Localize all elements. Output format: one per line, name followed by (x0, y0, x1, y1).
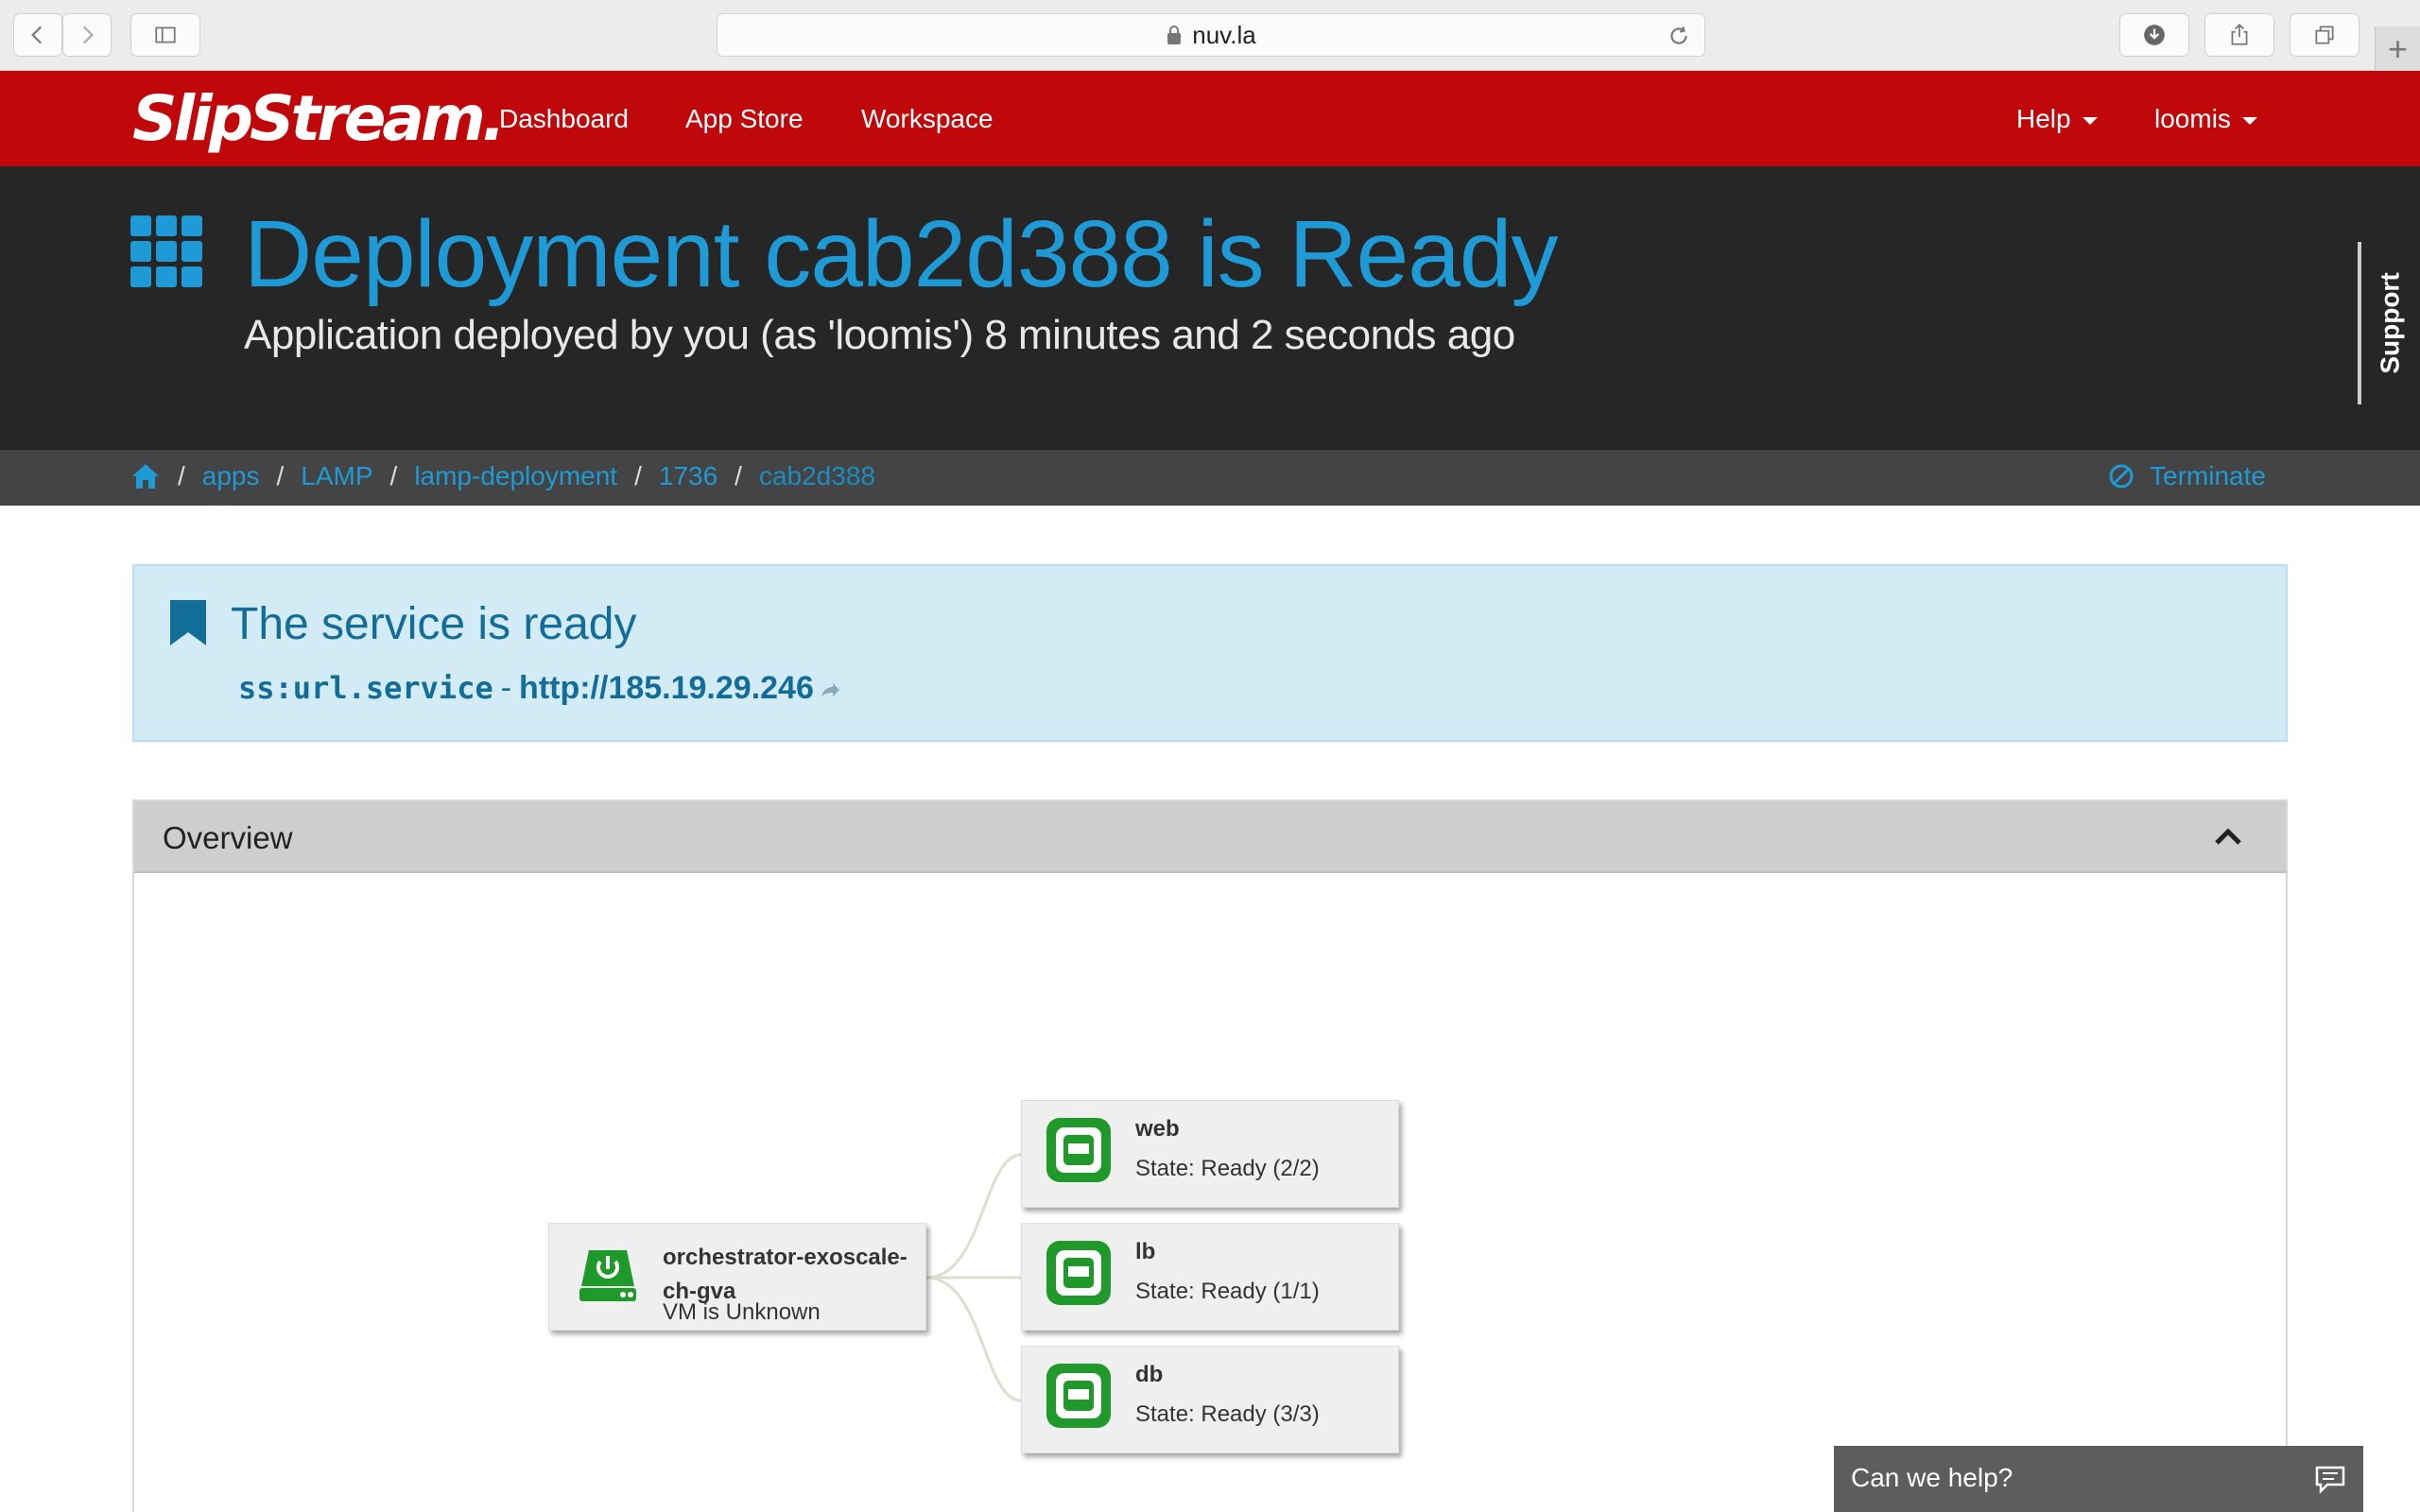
breadcrumb-lamp-deployment[interactable]: lamp-deployment (414, 461, 617, 491)
overview-title: Overview (163, 820, 293, 855)
download-button[interactable] (2119, 13, 2189, 57)
orchestrator-state: VM is Unknown (663, 1299, 821, 1325)
user-menu[interactable]: loomis (2154, 104, 2257, 134)
chat-bubble-icon (2315, 1466, 2345, 1495)
page-subtitle: Application deployed by you (as 'loomis'… (244, 312, 1515, 358)
caret-down-icon (2082, 116, 2098, 125)
breadcrumb-apps[interactable]: apps (202, 461, 260, 491)
lock-icon (1167, 26, 1182, 44)
sidebar-button[interactable] (130, 13, 200, 57)
slipstream-logo[interactable]: SlipStream. (132, 82, 506, 155)
orchestrator-node[interactable]: orchestrator-exoscale-ch-gva VM is Unkno… (548, 1223, 926, 1331)
download-icon (2144, 25, 2165, 45)
external-link-icon[interactable] (820, 681, 840, 698)
breadcrumb-1736[interactable]: 1736 (659, 461, 717, 491)
address-bar[interactable]: nuv.la (717, 13, 1705, 57)
node-lb-state: State: Ready (1/1) (1135, 1279, 1320, 1304)
sidebar-icon (155, 26, 176, 43)
browser-toolbar: nuv.la + (0, 0, 2420, 71)
top-navbar: SlipStream. Dashboard App Store Workspac… (0, 71, 2420, 166)
node-ready-icon (1046, 1118, 1111, 1182)
nav-app-store[interactable]: App Store (685, 104, 804, 134)
breadcrumb-current: cab2d388 (758, 461, 875, 490)
page-title: Deployment cab2d388 is Ready (244, 201, 1559, 307)
service-url-line: ss:url.service - http://185.19.29.246 (238, 670, 840, 707)
node-ready-icon (1046, 1364, 1111, 1428)
support-tab[interactable]: Support (2358, 242, 2420, 404)
node-lb-name: lb (1135, 1239, 1156, 1264)
node-web-state: State: Ready (2/2) (1135, 1156, 1320, 1181)
back-button[interactable] (13, 13, 62, 57)
forward-icon (82, 26, 94, 44)
node-db-name: db (1135, 1362, 1164, 1387)
node-db-state: State: Ready (3/3) (1135, 1401, 1320, 1427)
service-url-key: ss:url.service (238, 670, 493, 706)
chevron-up-icon[interactable] (2214, 826, 2242, 847)
address-text: nuv.la (1192, 20, 1256, 49)
share-icon (2231, 23, 2248, 45)
tabs-icon (2315, 26, 2334, 44)
tabs-button[interactable] (2290, 13, 2360, 57)
ban-icon (2109, 464, 2134, 489)
separator: - (500, 670, 512, 706)
power-drive-icon (579, 1250, 636, 1301)
node-web[interactable]: web State: Ready (2/2) (1021, 1100, 1399, 1208)
page-header: Deployment cab2d388 is Ready Application… (0, 166, 2420, 450)
breadcrumb-bar: / apps / LAMP / lamp-deployment / 1736 /… (0, 450, 2420, 506)
reload-icon[interactable] (1667, 24, 1691, 48)
bookmark-icon (170, 600, 206, 645)
forward-button[interactable] (62, 13, 112, 57)
user-label: loomis (2154, 104, 2231, 133)
breadcrumb-lamp[interactable]: LAMP (301, 461, 372, 491)
support-label: Support (2376, 272, 2405, 374)
service-ready-alert: The service is ready ss:url.service - ht… (132, 564, 2288, 742)
alert-title: The service is ready (231, 599, 637, 649)
nav-workspace[interactable]: Workspace (861, 104, 994, 134)
terminate-button[interactable]: Terminate (2108, 461, 2266, 491)
terminate-label: Terminate (2150, 461, 2266, 490)
node-lb[interactable]: lb State: Ready (1/1) (1021, 1223, 1399, 1331)
new-tab-icon: + (2387, 28, 2409, 68)
chat-widget[interactable]: Can we help? (1834, 1446, 2363, 1512)
nav-dashboard[interactable]: Dashboard (499, 104, 629, 134)
home-icon[interactable] (130, 462, 161, 490)
service-url-link[interactable]: http://185.19.29.246 (519, 670, 814, 707)
chat-label: Can we help? (1851, 1463, 2014, 1492)
grid-icon (130, 215, 202, 287)
node-web-name: web (1135, 1116, 1180, 1142)
back-icon (31, 26, 43, 44)
help-label: Help (2016, 104, 2071, 133)
overview-panel-header[interactable]: Overview (134, 801, 2286, 873)
help-menu[interactable]: Help (2016, 104, 2098, 134)
breadcrumb: / apps / LAMP / lamp-deployment / 1736 /… (130, 461, 875, 491)
share-button[interactable] (2204, 13, 2274, 57)
new-tab-button[interactable]: + (2375, 26, 2420, 71)
caret-down-icon (2241, 116, 2257, 125)
node-db[interactable]: db State: Ready (3/3) (1021, 1346, 1399, 1453)
node-ready-icon (1046, 1241, 1111, 1305)
